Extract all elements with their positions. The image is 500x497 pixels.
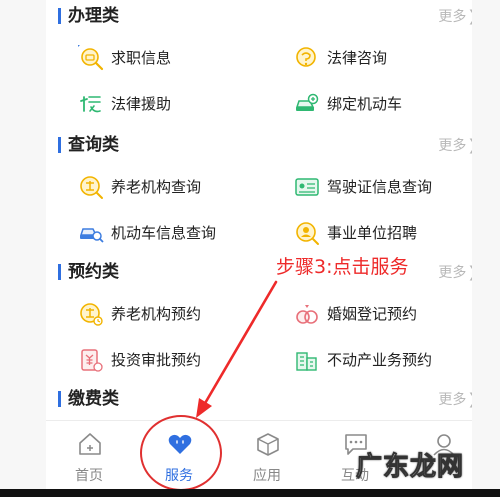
service-item-label: 机动车信息查询 — [111, 224, 217, 242]
chevron-right-icon: ❯ — [467, 262, 472, 282]
service-item-label: 养老机构预约 — [111, 305, 202, 323]
highlight-circle — [140, 415, 222, 491]
service-item-label: 法律援助 — [111, 95, 172, 113]
service-item-label: 事业单位招聘 — [327, 224, 418, 242]
cube-icon — [257, 433, 279, 456]
tab-apps[interactable]: 应用 — [227, 421, 307, 490]
section-header: 办理类 更多❯ — [58, 4, 472, 30]
more-link[interactable]: 更多❯ — [438, 6, 472, 27]
more-link-label: 更多 — [438, 265, 467, 281]
section-accent-bar — [58, 137, 61, 153]
section-accent-bar — [58, 391, 61, 407]
section-header: 预约类 更多❯ — [58, 260, 472, 286]
more-link-label: 更多 — [438, 138, 467, 154]
service-item-label: 养老机构查询 — [111, 178, 202, 196]
section-header: 缴费类 更多❯ — [58, 387, 472, 413]
home-icon — [79, 433, 101, 455]
tab-home[interactable]: 首页 — [49, 421, 129, 490]
section-title: 办理类 — [68, 6, 119, 26]
legal-consult-icon — [296, 47, 316, 67]
bottom-edge — [0, 489, 500, 497]
section-title: 缴费类 — [68, 389, 119, 409]
service-item-label: 求职信息 — [111, 49, 172, 67]
rings-icon — [296, 305, 318, 324]
service-item-label: 婚姻登记预约 — [327, 305, 418, 323]
building-icon — [296, 352, 317, 371]
chevron-right-icon: ❯ — [467, 389, 472, 409]
more-link[interactable]: 更多❯ — [438, 135, 472, 156]
section-title: 预约类 — [68, 262, 119, 282]
section-header: 查询类 更多❯ — [58, 133, 472, 159]
chevron-right-icon: ❯ — [467, 135, 472, 155]
elder-care-icon — [80, 176, 103, 199]
watermark: 广东龙网 — [355, 452, 465, 483]
service-item-label: 不动产业务预约 — [327, 351, 433, 369]
left-margin — [0, 0, 46, 497]
more-link[interactable]: 更多❯ — [438, 262, 472, 283]
driver-license-icon — [295, 178, 319, 196]
tab-label: 应用 — [253, 468, 281, 484]
tab-label: 首页 — [75, 468, 103, 484]
section-accent-bar — [58, 8, 61, 24]
service-item-label: 法律咨询 — [327, 49, 388, 67]
more-link-label: 更多 — [438, 392, 467, 408]
service-content: 办理类 更多❯ 求职信息 法律咨询 法律援助 — [46, 0, 472, 420]
investment-icon — [81, 349, 103, 372]
service-item-label: 绑定机动车 — [327, 95, 403, 113]
chevron-right-icon: ❯ — [467, 6, 472, 26]
car-link-icon — [295, 93, 319, 111]
elder-booking-icon — [80, 303, 103, 326]
annotation-text: 步骤3:点击服务 — [276, 256, 409, 278]
service-item-label: 驾驶证信息查询 — [327, 178, 433, 196]
section-title: 查询类 — [68, 135, 119, 155]
section-accent-bar — [58, 264, 61, 280]
car-search-icon — [79, 228, 104, 243]
job-search-icon — [78, 45, 104, 71]
more-link-label: 更多 — [438, 9, 467, 25]
service-item-label: 投资审批预约 — [111, 351, 202, 369]
more-link[interactable]: 更多❯ — [438, 389, 472, 410]
recruit-icon — [296, 222, 319, 245]
legal-aid-icon — [80, 96, 101, 113]
